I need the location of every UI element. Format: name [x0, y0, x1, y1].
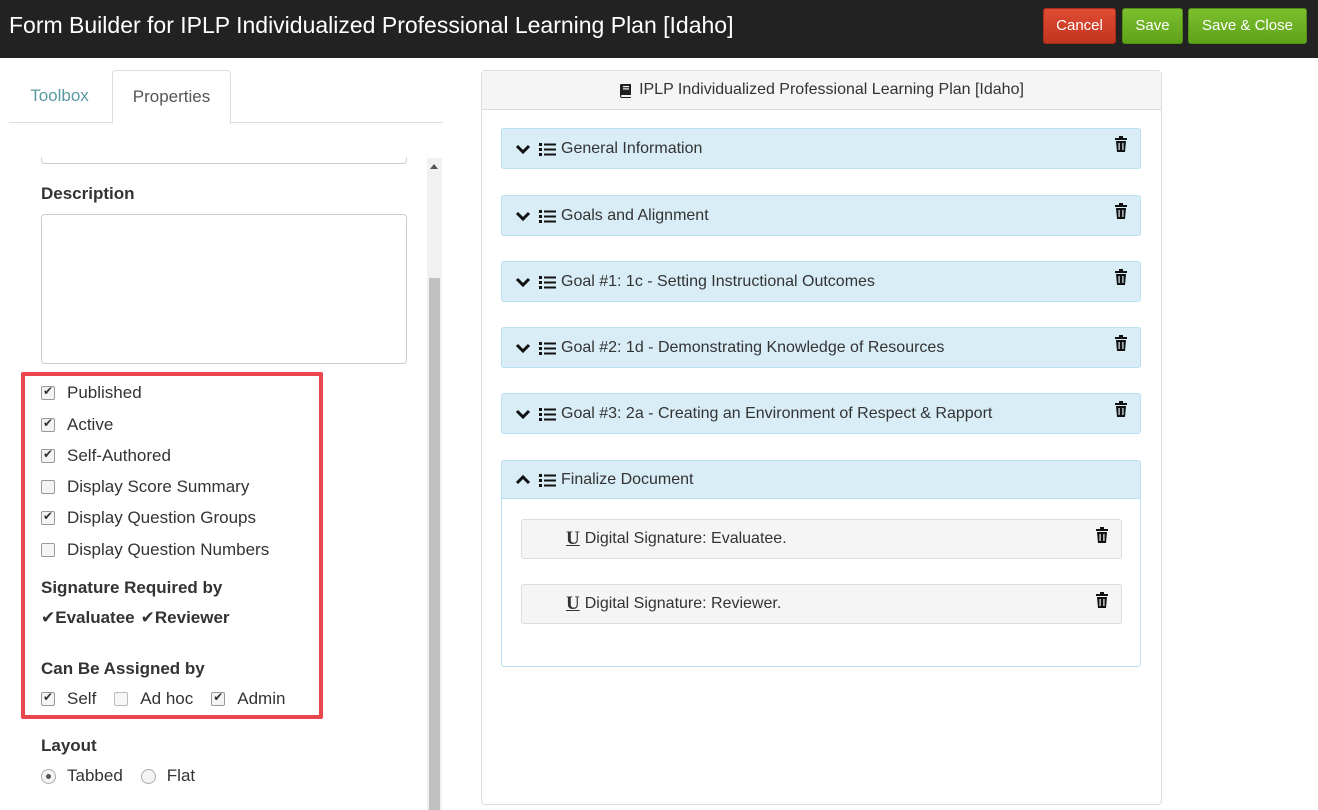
description-textarea[interactable] [41, 214, 407, 364]
chevron-down-icon[interactable] [515, 340, 531, 356]
layout-flat-option[interactable]: Flat [140, 766, 196, 786]
layout-tabbed-option[interactable]: Tabbed [41, 766, 123, 786]
finalize-header[interactable]: Finalize Document [502, 461, 1140, 499]
save-button[interactable]: Save [1122, 8, 1183, 44]
cancel-button[interactable]: Cancel [1043, 8, 1116, 44]
section-finalize-document: Finalize Document U Digital Signature: E… [501, 460, 1141, 667]
item-label: Digital Signature: Evaluatee. [584, 530, 787, 547]
section-goal-2[interactable]: Goal #2: 1d - Demonstrating Knowledge of… [501, 327, 1141, 368]
top-bar: Form Builder for IPLP Individualized Pro… [0, 0, 1318, 58]
chevron-down-icon[interactable] [515, 208, 531, 224]
section-label: Goal #2: 1d - Demonstrating Knowledge of… [561, 338, 945, 356]
trash-icon[interactable] [1114, 136, 1128, 152]
section-goal-1[interactable]: Goal #1: 1c - Setting Instructional Outc… [501, 261, 1141, 302]
list-icon [539, 209, 556, 223]
section-general-information[interactable]: General Information [501, 128, 1141, 169]
highlight-box [21, 372, 323, 719]
layout-tabbed-label: Tabbed [67, 766, 123, 785]
chevron-up-icon[interactable] [515, 472, 531, 488]
form-preview-panel: IPLP Individualized Professional Learnin… [481, 70, 1162, 805]
chevron-down-icon[interactable] [515, 141, 531, 157]
underline-icon: U [566, 593, 580, 614]
properties-scrollbar[interactable] [427, 158, 442, 810]
list-icon [539, 341, 556, 355]
description-label: Description [41, 184, 135, 203]
digital-signature-reviewer-item[interactable]: U Digital Signature: Reviewer. [521, 584, 1122, 624]
trash-icon[interactable] [1095, 592, 1109, 608]
layout-options: Tabbed Flat [41, 766, 213, 786]
trash-icon[interactable] [1114, 269, 1128, 285]
name-field[interactable] [41, 158, 407, 164]
section-goal-3[interactable]: Goal #3: 2a - Creating an Environment of… [501, 393, 1141, 434]
section-label: Goals and Alignment [561, 206, 709, 224]
list-icon [539, 142, 556, 156]
scroll-up-arrow-icon[interactable] [430, 164, 438, 169]
list-icon [539, 407, 556, 421]
tab-toolbox[interactable]: Toolbox [9, 70, 110, 123]
digital-signature-evaluatee-item[interactable]: U Digital Signature: Evaluatee. [521, 519, 1122, 559]
trash-icon[interactable] [1095, 527, 1109, 543]
section-label: Goal #3: 2a - Creating an Environment of… [561, 404, 993, 422]
list-icon [539, 275, 556, 289]
layout-flat-radio[interactable] [140, 768, 156, 784]
section-label: General Information [561, 139, 703, 157]
chevron-down-icon[interactable] [515, 274, 531, 290]
save-close-button[interactable]: Save & Close [1188, 8, 1307, 44]
underline-icon: U [566, 528, 580, 549]
tab-properties[interactable]: Properties [112, 70, 231, 124]
trash-icon[interactable] [1114, 335, 1128, 351]
section-label: Finalize Document [561, 470, 694, 488]
form-header: IPLP Individualized Professional Learnin… [482, 71, 1161, 110]
page-title: Form Builder for IPLP Individualized Pro… [9, 12, 734, 38]
item-label: Digital Signature: Reviewer. [584, 595, 782, 612]
form-title: IPLP Individualized Professional Learnin… [639, 81, 1024, 98]
trash-icon[interactable] [1114, 203, 1128, 219]
layout-tabbed-radio[interactable] [41, 768, 56, 784]
section-label: Goal #1: 1c - Setting Instructional Outc… [561, 272, 875, 290]
layout-flat-label: Flat [166, 766, 196, 785]
scrollbar-thumb[interactable] [429, 278, 440, 810]
trash-icon[interactable] [1114, 401, 1128, 417]
list-icon [539, 473, 556, 487]
layout-label: Layout [41, 736, 97, 755]
section-goals-alignment[interactable]: Goals and Alignment [501, 195, 1141, 236]
chevron-down-icon[interactable] [515, 406, 531, 422]
left-panel-tabs: Toolbox Properties [9, 70, 443, 124]
book-icon [619, 83, 632, 98]
